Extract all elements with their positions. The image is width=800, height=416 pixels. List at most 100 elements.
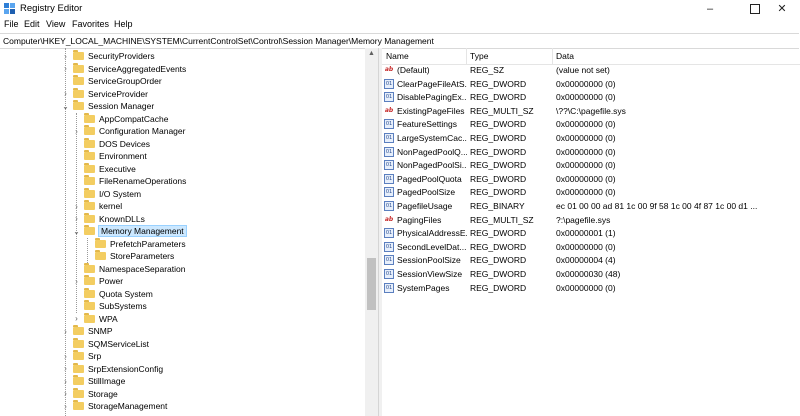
value-row[interactable]: ab PagingFiles REG_MULTI_SZ ?:\pagefile.sys <box>382 214 800 227</box>
folder-icon <box>73 325 84 335</box>
column-divider[interactable] <box>552 48 553 64</box>
tree-item[interactable]: › Storage <box>61 387 118 400</box>
tree-item[interactable]: › SrpExtensionConfig <box>61 362 164 375</box>
tree-item[interactable]: SQMServiceList <box>61 337 149 350</box>
tree-item[interactable]: ⌄ Memory Management <box>72 225 187 237</box>
tree-item[interactable]: › SecurityProviders <box>61 50 155 62</box>
tree-item[interactable]: › SNMP <box>61 325 113 337</box>
value-row[interactable]: 01 DisablePagingEx... REG_DWORD 0x00000000 … <box>382 91 800 104</box>
tree-item-label: PrefetchParameters <box>110 238 186 249</box>
menu-view[interactable]: View <box>46 19 65 29</box>
value-type: REG_DWORD <box>470 146 527 157</box>
tree-item[interactable]: StoreParameters <box>83 250 174 262</box>
value-row[interactable]: 01 NonPagedPoolSi... REG_DWORD 0x00000000 (… <box>382 159 800 172</box>
value-row[interactable]: ab (Default) REG_SZ (value not set) <box>382 64 800 77</box>
value-name: PagefileUsage <box>397 201 453 211</box>
value-type: REG_DWORD <box>470 92 527 103</box>
folder-icon <box>84 225 95 235</box>
tree-item-label: ServiceProvider <box>88 88 148 99</box>
tree-item[interactable]: › StorageManagement <box>61 400 167 412</box>
column-divider[interactable] <box>466 48 467 64</box>
value-row[interactable]: ab ExistingPageFiles REG_MULTI_SZ \??\C:\pa… <box>382 105 800 118</box>
tree-item[interactable]: › Power <box>72 275 123 287</box>
value-row[interactable]: 01 FeatureSettings REG_DWORD 0x00000000 (0) <box>382 118 800 131</box>
tree-item[interactable]: › Configuration Manager <box>72 125 185 137</box>
tree-item[interactable]: › ServiceAggregatedEvents <box>61 62 186 75</box>
value-row[interactable]: 01 PagefileUsage REG_BINARY ec 01 00 00 ad … <box>382 200 800 213</box>
tree-item[interactable]: › Srp <box>61 350 101 362</box>
tree-item-label: SrpExtensionConfig <box>88 363 164 374</box>
value-data: 0x00000000 (0) <box>556 146 616 157</box>
scroll-up-icon[interactable]: ▲ <box>365 48 378 60</box>
value-row[interactable]: 01 SecondLevelDat... REG_DWORD 0x00000000 (… <box>382 241 800 254</box>
column-header-data[interactable]: Data <box>556 51 574 61</box>
tree-item[interactable]: › WPA <box>72 312 118 325</box>
address-path[interactable]: Computer\HKEY_LOCAL_MACHINE\SYSTEM\Curre… <box>3 36 434 46</box>
value-type: REG_DWORD <box>470 160 527 171</box>
menu-help[interactable]: Help <box>114 19 133 29</box>
tree-item[interactable]: Environment <box>72 150 147 162</box>
value-row[interactable]: 01 PagedPoolSize REG_DWORD 0x00000000 (0) <box>382 186 800 199</box>
tree-item-label: Storage <box>88 388 118 399</box>
binary-value-icon: 01 <box>384 92 394 103</box>
tree-vertical-scrollbar[interactable]: ▲ <box>365 48 378 416</box>
binary-value-icon: 01 <box>384 241 394 252</box>
tree-item[interactable]: ⌄ Session Manager <box>61 100 154 112</box>
value-row[interactable]: 01 SessionPoolSize REG_DWORD 0x00000004 (4) <box>382 254 800 267</box>
menu-edit[interactable]: Edit <box>24 19 40 29</box>
menu-file[interactable]: File <box>4 19 19 29</box>
scroll-thumb[interactable] <box>367 258 376 310</box>
address-bar[interactable]: Computer\HKEY_LOCAL_MACHINE\SYSTEM\Curre… <box>0 33 799 49</box>
minimize-button[interactable]: – <box>692 0 728 17</box>
tree-item[interactable]: I/O System <box>72 187 141 200</box>
tree-item-label: Executive <box>99 163 136 174</box>
tree-item[interactable]: PrefetchParameters <box>83 237 186 250</box>
folder-icon <box>73 50 84 60</box>
tree-item[interactable]: › kernel <box>72 200 122 212</box>
tree-item-label: Quota System <box>99 288 153 299</box>
menu-bar: File Edit View Favorites Help <box>0 17 800 32</box>
folder-icon <box>73 337 84 348</box>
tree-item[interactable]: SubSystems <box>72 300 147 312</box>
value-row[interactable]: 01 LargeSystemCac... REG_DWORD 0x00000000 (… <box>382 132 800 145</box>
menu-favorites[interactable]: Favorites <box>72 19 109 29</box>
tree-item[interactable]: NamespaceSeparation <box>72 262 185 275</box>
registry-key-tree[interactable]: › SecurityProviders › ServiceAggregatedEven… <box>0 48 378 416</box>
value-type: REG_DWORD <box>470 282 527 293</box>
tree-item[interactable]: DOS Devices <box>72 137 150 150</box>
tree-item[interactable]: FileRenameOperations <box>72 175 186 187</box>
binary-value-icon: 01 <box>384 255 394 266</box>
string-value-icon: ab <box>384 66 394 73</box>
folder-icon <box>73 100 84 110</box>
folder-icon <box>84 312 95 323</box>
tree-item[interactable]: › ServiceProvider <box>61 87 148 100</box>
tree-item[interactable]: › KnownDLLs <box>72 212 145 225</box>
list-header: Name Type Data <box>382 48 800 65</box>
value-name: DisablePagingEx... <box>397 92 467 103</box>
column-header-name[interactable]: Name <box>386 51 409 61</box>
tree-item-label: SNMP <box>88 326 113 336</box>
column-header-type[interactable]: Type <box>470 51 488 61</box>
value-row[interactable]: 01 SessionViewSize REG_DWORD 0x00000030 (48… <box>382 268 800 281</box>
tree-item[interactable]: AppCompatCache <box>72 112 168 125</box>
minimize-icon: – <box>706 2 714 15</box>
value-row[interactable]: 01 PagedPoolQuota REG_DWORD 0x00000000 (0) <box>382 173 800 186</box>
value-type: REG_DWORD <box>470 133 527 143</box>
value-row[interactable]: 01 ClearPageFileAtS... REG_DWORD 0x00000000… <box>382 78 800 91</box>
tree-item[interactable]: Quota System <box>72 287 153 300</box>
chevron-right-icon[interactable]: › <box>72 313 81 325</box>
window-title: Registry Editor <box>20 3 83 14</box>
value-row[interactable]: 01 PhysicalAddressE... REG_DWORD 0x00000001… <box>382 227 800 240</box>
value-name: (Default) <box>397 65 430 75</box>
tree-item[interactable]: Executive <box>72 162 136 175</box>
value-row[interactable]: 01 SystemPages REG_DWORD 0x00000000 (0) <box>382 282 800 295</box>
tree-item-label: Environment <box>99 151 147 161</box>
value-name: FeatureSettings <box>397 119 458 130</box>
folder-icon <box>84 162 95 173</box>
close-button[interactable]: ✕ <box>764 0 800 17</box>
tree-item[interactable]: › StillImage <box>61 375 125 387</box>
value-row[interactable]: 01 NonPagedPoolQ... REG_DWORD 0x00000000 (0… <box>382 146 800 159</box>
registry-values-list[interactable]: Name Type Data ab (Default) REG_SZ (value n… <box>382 48 800 416</box>
tree-item[interactable]: ServiceGroupOrder <box>61 75 162 87</box>
folder-icon <box>84 300 95 310</box>
